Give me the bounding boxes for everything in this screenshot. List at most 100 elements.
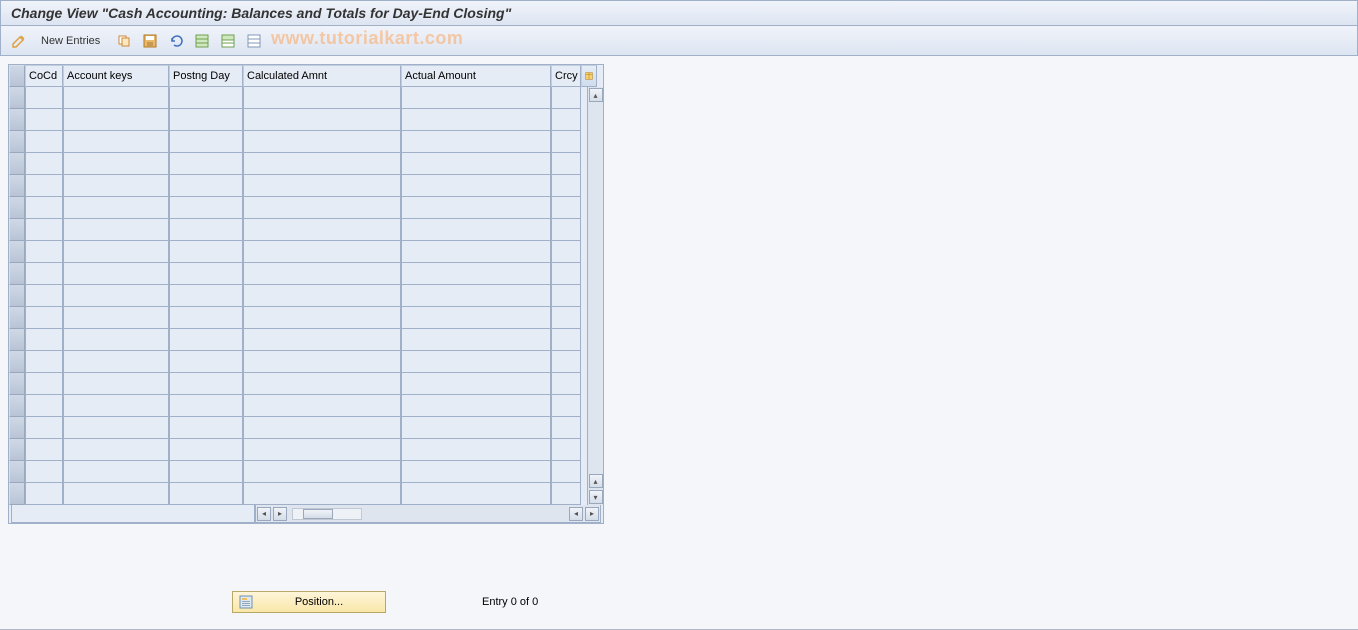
row-selector[interactable]	[9, 439, 25, 461]
row-selector[interactable]	[9, 395, 25, 417]
cell-cocd[interactable]	[25, 197, 63, 219]
cell-calculated-amnt[interactable]	[243, 483, 401, 505]
cell-account-keys[interactable]	[63, 307, 169, 329]
table-row[interactable]	[9, 175, 603, 197]
cell-actual-amount[interactable]	[401, 483, 551, 505]
cell-crcy[interactable]	[551, 263, 581, 285]
cell-postng-day[interactable]	[169, 483, 243, 505]
cell-account-keys[interactable]	[63, 241, 169, 263]
cell-crcy[interactable]	[551, 131, 581, 153]
cell-crcy[interactable]	[551, 241, 581, 263]
cell-calculated-amnt[interactable]	[243, 87, 401, 109]
cell-calculated-amnt[interactable]	[243, 175, 401, 197]
undo-icon[interactable]	[166, 31, 186, 51]
table-row[interactable]	[9, 263, 603, 285]
cell-actual-amount[interactable]	[401, 417, 551, 439]
table-row[interactable]	[9, 153, 603, 175]
cell-calculated-amnt[interactable]	[243, 197, 401, 219]
table-row[interactable]	[9, 219, 603, 241]
cell-postng-day[interactable]	[169, 131, 243, 153]
cell-account-keys[interactable]	[63, 373, 169, 395]
row-selector[interactable]	[9, 197, 25, 219]
row-selector[interactable]	[9, 483, 25, 505]
cell-crcy[interactable]	[551, 307, 581, 329]
row-selector[interactable]	[9, 329, 25, 351]
cell-cocd[interactable]	[25, 373, 63, 395]
cell-postng-day[interactable]	[169, 351, 243, 373]
row-selector[interactable]	[9, 109, 25, 131]
cell-crcy[interactable]	[551, 285, 581, 307]
cell-account-keys[interactable]	[63, 87, 169, 109]
cell-crcy[interactable]	[551, 175, 581, 197]
cell-actual-amount[interactable]	[401, 219, 551, 241]
table-row[interactable]	[9, 307, 603, 329]
cell-postng-day[interactable]	[169, 307, 243, 329]
column-header-actual-amount[interactable]: Actual Amount	[401, 65, 551, 87]
cell-postng-day[interactable]	[169, 197, 243, 219]
cell-crcy[interactable]	[551, 329, 581, 351]
cell-actual-amount[interactable]	[401, 175, 551, 197]
cell-account-keys[interactable]	[63, 263, 169, 285]
table-row[interactable]	[9, 131, 603, 153]
cell-postng-day[interactable]	[169, 241, 243, 263]
table-row[interactable]	[9, 417, 603, 439]
row-selector[interactable]	[9, 307, 25, 329]
cell-actual-amount[interactable]	[401, 241, 551, 263]
cell-calculated-amnt[interactable]	[243, 109, 401, 131]
cell-calculated-amnt[interactable]	[243, 329, 401, 351]
cell-account-keys[interactable]	[63, 153, 169, 175]
cell-cocd[interactable]	[25, 153, 63, 175]
cell-cocd[interactable]	[25, 395, 63, 417]
scroll-first-icon[interactable]: ◂	[257, 507, 271, 521]
v-scroll-track[interactable]	[589, 103, 603, 473]
table-row[interactable]	[9, 483, 603, 505]
row-selector[interactable]	[9, 241, 25, 263]
cell-postng-day[interactable]	[169, 219, 243, 241]
cell-postng-day[interactable]	[169, 263, 243, 285]
cell-calculated-amnt[interactable]	[243, 373, 401, 395]
cell-crcy[interactable]	[551, 87, 581, 109]
cell-cocd[interactable]	[25, 417, 63, 439]
cell-crcy[interactable]	[551, 153, 581, 175]
cell-calculated-amnt[interactable]	[243, 285, 401, 307]
cell-postng-day[interactable]	[169, 329, 243, 351]
deselect-icon[interactable]	[244, 31, 264, 51]
column-header-calculated-amnt[interactable]: Calculated Amnt	[243, 65, 401, 87]
cell-cocd[interactable]	[25, 87, 63, 109]
cell-account-keys[interactable]	[63, 131, 169, 153]
row-selector[interactable]	[9, 351, 25, 373]
cell-cocd[interactable]	[25, 175, 63, 197]
cell-calculated-amnt[interactable]	[243, 307, 401, 329]
row-selector[interactable]	[9, 131, 25, 153]
cell-postng-day[interactable]	[169, 285, 243, 307]
h-scroll-track[interactable]	[292, 508, 362, 520]
scroll-up-icon[interactable]: ▴	[589, 88, 603, 102]
row-selector[interactable]	[9, 461, 25, 483]
table-row[interactable]	[9, 285, 603, 307]
cell-postng-day[interactable]	[169, 87, 243, 109]
cell-cocd[interactable]	[25, 439, 63, 461]
cell-crcy[interactable]	[551, 483, 581, 505]
cell-cocd[interactable]	[25, 131, 63, 153]
cell-calculated-amnt[interactable]	[243, 263, 401, 285]
row-selector[interactable]	[9, 219, 25, 241]
table-row[interactable]	[9, 197, 603, 219]
cell-account-keys[interactable]	[63, 439, 169, 461]
cell-actual-amount[interactable]	[401, 131, 551, 153]
table-row[interactable]	[9, 329, 603, 351]
scroll-right-icon[interactable]: ◂	[569, 507, 583, 521]
row-selector[interactable]	[9, 175, 25, 197]
cell-account-keys[interactable]	[63, 395, 169, 417]
cell-postng-day[interactable]	[169, 417, 243, 439]
cell-actual-amount[interactable]	[401, 153, 551, 175]
cell-crcy[interactable]	[551, 395, 581, 417]
column-header-account-keys[interactable]: Account keys	[63, 65, 169, 87]
cell-calculated-amnt[interactable]	[243, 351, 401, 373]
cell-calculated-amnt[interactable]	[243, 439, 401, 461]
edit-icon[interactable]	[9, 31, 29, 51]
table-config-button[interactable]	[581, 65, 597, 87]
column-header-cocd[interactable]: CoCd	[25, 65, 63, 87]
cell-crcy[interactable]	[551, 109, 581, 131]
cell-actual-amount[interactable]	[401, 263, 551, 285]
cell-account-keys[interactable]	[63, 197, 169, 219]
